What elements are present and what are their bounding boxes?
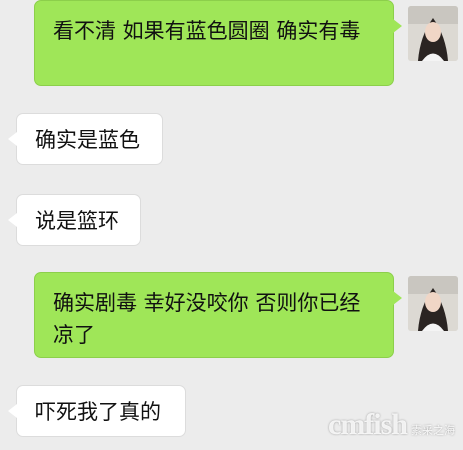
message-bubble-received[interactable]: 说是篮环: [8, 194, 141, 246]
message-bubble-sent[interactable]: 看不清 如果有蓝色圆圈 确实有毒: [34, 0, 402, 86]
watermark-subtitle: 素采之海: [411, 424, 455, 437]
message-bubble-sent[interactable]: 确实剧毒 幸好没咬你 否则你已经凉了: [34, 272, 402, 358]
watermark: cmfish 素采之海: [328, 408, 455, 442]
chat-window: 看不清 如果有蓝色圆圈 确实有毒 确实是蓝色 说是篮环 确实剧毒 幸好没咬你 否…: [0, 0, 463, 450]
watermark-logo: cmfish: [328, 408, 408, 441]
avatar[interactable]: [408, 276, 458, 331]
user-photo-icon: [408, 6, 458, 61]
avatar[interactable]: [408, 6, 458, 61]
user-photo-icon: [408, 276, 458, 331]
message-bubble-received[interactable]: 吓死我了真的: [8, 385, 186, 437]
message-bubble-received[interactable]: 确实是蓝色: [8, 113, 163, 165]
